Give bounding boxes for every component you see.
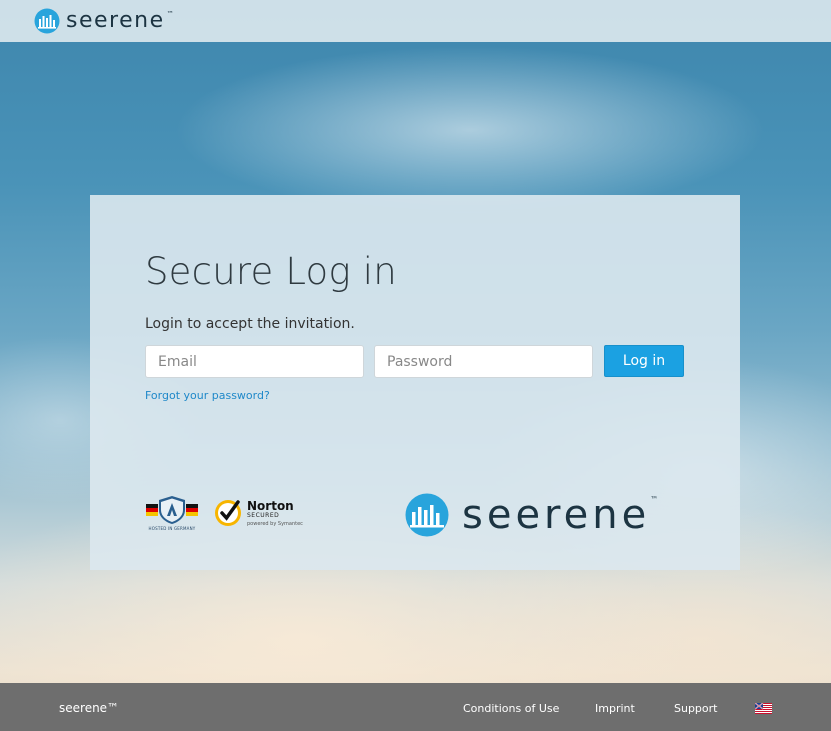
trust-badges: HOSTED IN GERMANY Norton SECURED powered… [145, 495, 303, 531]
norton-check-icon [215, 500, 241, 526]
card-brand-tm: ™ [650, 495, 659, 504]
login-button[interactable]: Log in [604, 345, 684, 377]
norton-name: Norton [247, 498, 294, 513]
germany-shield-icon [146, 496, 198, 524]
header-brand-tm: ™ [166, 10, 174, 18]
forgot-password-link[interactable]: Forgot your password? [145, 389, 270, 402]
footer: seerene™ Conditions of Use Imprint Suppo… [0, 683, 831, 731]
header-brand-name: seerene [66, 8, 165, 33]
card-logo: seerene ™ [402, 493, 658, 537]
conditions-of-use-link[interactable]: Conditions of Use [463, 702, 559, 715]
us-flag-icon[interactable] [755, 703, 772, 714]
email-field[interactable] [145, 345, 364, 378]
hosted-caption: HOSTED IN GERMANY [148, 526, 196, 531]
support-link[interactable]: Support [674, 702, 717, 715]
imprint-link[interactable]: Imprint [595, 702, 635, 715]
page-title: Secure Log in [145, 250, 397, 293]
password-field[interactable] [374, 345, 593, 378]
seerene-logo-icon [405, 493, 449, 537]
seerene-logo-icon [34, 8, 60, 34]
hosted-in-germany-badge: HOSTED IN GERMANY [145, 495, 199, 531]
card-brand-name: seerene [462, 492, 651, 538]
login-card: Secure Log in Login to accept the invita… [90, 195, 740, 570]
top-bar: seerene ™ [0, 0, 831, 42]
header-logo[interactable]: seerene ™ [34, 8, 174, 34]
footer-brand: seerene™ [59, 701, 120, 715]
login-subtitle: Login to accept the invitation. [145, 316, 355, 332]
norton-secured: SECURED [247, 511, 280, 519]
norton-powered: powered by Symantec [247, 520, 303, 527]
norton-secured-badge: Norton SECURED powered by Symantec [213, 498, 303, 528]
